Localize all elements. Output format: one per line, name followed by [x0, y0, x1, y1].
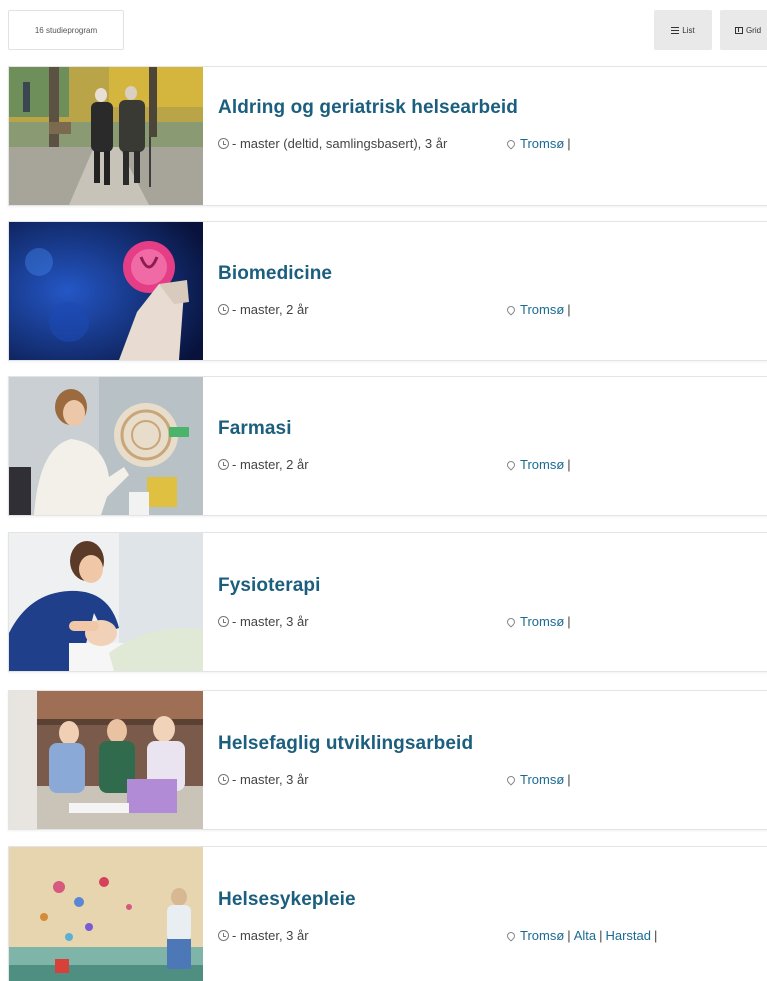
location-pin-icon: [505, 774, 517, 786]
program-card[interactable]: Aldring og geriatrisk helsearbeid - mast…: [8, 66, 767, 206]
program-card[interactable]: Farmasi - master, 2 år Tromsø |: [8, 376, 767, 516]
clock-icon: [218, 616, 229, 627]
program-card[interactable]: Helsesykepleie - master, 3 år Tromsø | Alt…: [8, 846, 767, 981]
program-meta: - master, 2 år: [218, 455, 488, 475]
program-title[interactable]: Helsefaglig utviklingsarbeid: [218, 733, 473, 755]
grid-view-label: Grid: [745, 25, 762, 35]
separator: |: [599, 928, 603, 943]
program-locations: Tromsø |: [505, 134, 574, 154]
program-meta: - master, 3 år: [218, 770, 488, 790]
program-duration: - master, 2 år: [232, 302, 309, 317]
location-link[interactable]: Tromsø: [520, 928, 564, 943]
program-title[interactable]: Farmasi: [218, 418, 292, 440]
separator: |: [567, 614, 571, 629]
location-link[interactable]: Tromsø: [520, 772, 564, 787]
program-locations: Tromsø | Alta | Harstad |: [505, 926, 660, 946]
program-card[interactable]: Biomedicine - master, 2 år Tromsø |: [8, 221, 767, 361]
separator: |: [567, 136, 571, 151]
program-locations: Tromsø |: [505, 300, 574, 320]
program-meta: - master, 3 år: [218, 926, 488, 946]
clock-icon: [218, 774, 229, 785]
program-title[interactable]: Fysioterapi: [218, 575, 320, 597]
program-duration: - master, 3 år: [232, 772, 309, 787]
program-card[interactable]: Fysioterapi - master, 3 år Tromsø |: [8, 532, 767, 672]
program-title[interactable]: Aldring og geriatrisk helsearbeid: [218, 97, 518, 119]
program-meta: - master, 3 år: [218, 612, 488, 632]
list-view-button[interactable]: List: [654, 10, 712, 50]
clock-icon: [218, 304, 229, 315]
location-pin-icon: [505, 138, 517, 150]
program-duration: - master, 3 år: [232, 928, 309, 943]
location-link[interactable]: Harstad: [605, 928, 651, 943]
separator: |: [567, 457, 571, 472]
location-pin-icon: [505, 304, 517, 316]
child-painting-wall-photo[interactable]: [9, 847, 203, 981]
list-view-label: List: [682, 25, 695, 35]
pharmacy-student-photo[interactable]: [9, 377, 203, 515]
list-icon: [671, 26, 680, 34]
program-locations: Tromsø |: [505, 770, 574, 790]
program-title[interactable]: Helsesykepleie: [218, 889, 356, 911]
program-title[interactable]: Biomedicine: [218, 263, 332, 285]
location-pin-icon: [505, 616, 517, 628]
program-locations: Tromsø |: [505, 612, 574, 632]
program-meta: - master (deltid, samlingsbasert), 3 år: [218, 134, 488, 154]
program-duration: - master, 2 år: [232, 457, 309, 472]
clock-icon: [218, 459, 229, 470]
petri-dish-lab-photo[interactable]: [9, 222, 203, 360]
grid-icon: [734, 26, 743, 34]
location-pin-icon: [505, 459, 517, 471]
separator: |: [567, 772, 571, 787]
separator: |: [654, 928, 658, 943]
clock-icon: [218, 138, 229, 149]
program-duration: - master (deltid, samlingsbasert), 3 år: [232, 136, 448, 151]
clock-icon: [218, 930, 229, 941]
students-group-photo[interactable]: [9, 691, 203, 829]
location-link[interactable]: Tromsø: [520, 614, 564, 629]
location-link[interactable]: Tromsø: [520, 457, 564, 472]
program-locations: Tromsø |: [505, 455, 574, 475]
program-duration: - master, 3 år: [232, 614, 309, 629]
separator: |: [567, 928, 571, 943]
program-card[interactable]: Helsefaglig utviklingsarbeid - master, 3…: [8, 690, 767, 830]
location-link[interactable]: Tromsø: [520, 302, 564, 317]
location-link[interactable]: Alta: [574, 928, 596, 943]
elderly-couple-walking-photo[interactable]: [9, 67, 203, 205]
program-meta: - master, 2 år: [218, 300, 488, 320]
location-link[interactable]: Tromsø: [520, 136, 564, 151]
physiotherapy-photo[interactable]: [9, 533, 203, 671]
location-pin-icon: [505, 930, 517, 942]
result-count: 16 studieprogram: [8, 10, 124, 50]
separator: |: [567, 302, 571, 317]
results-toolbar: 16 studieprogram List Grid: [0, 0, 767, 66]
grid-view-button[interactable]: Grid: [720, 10, 767, 50]
